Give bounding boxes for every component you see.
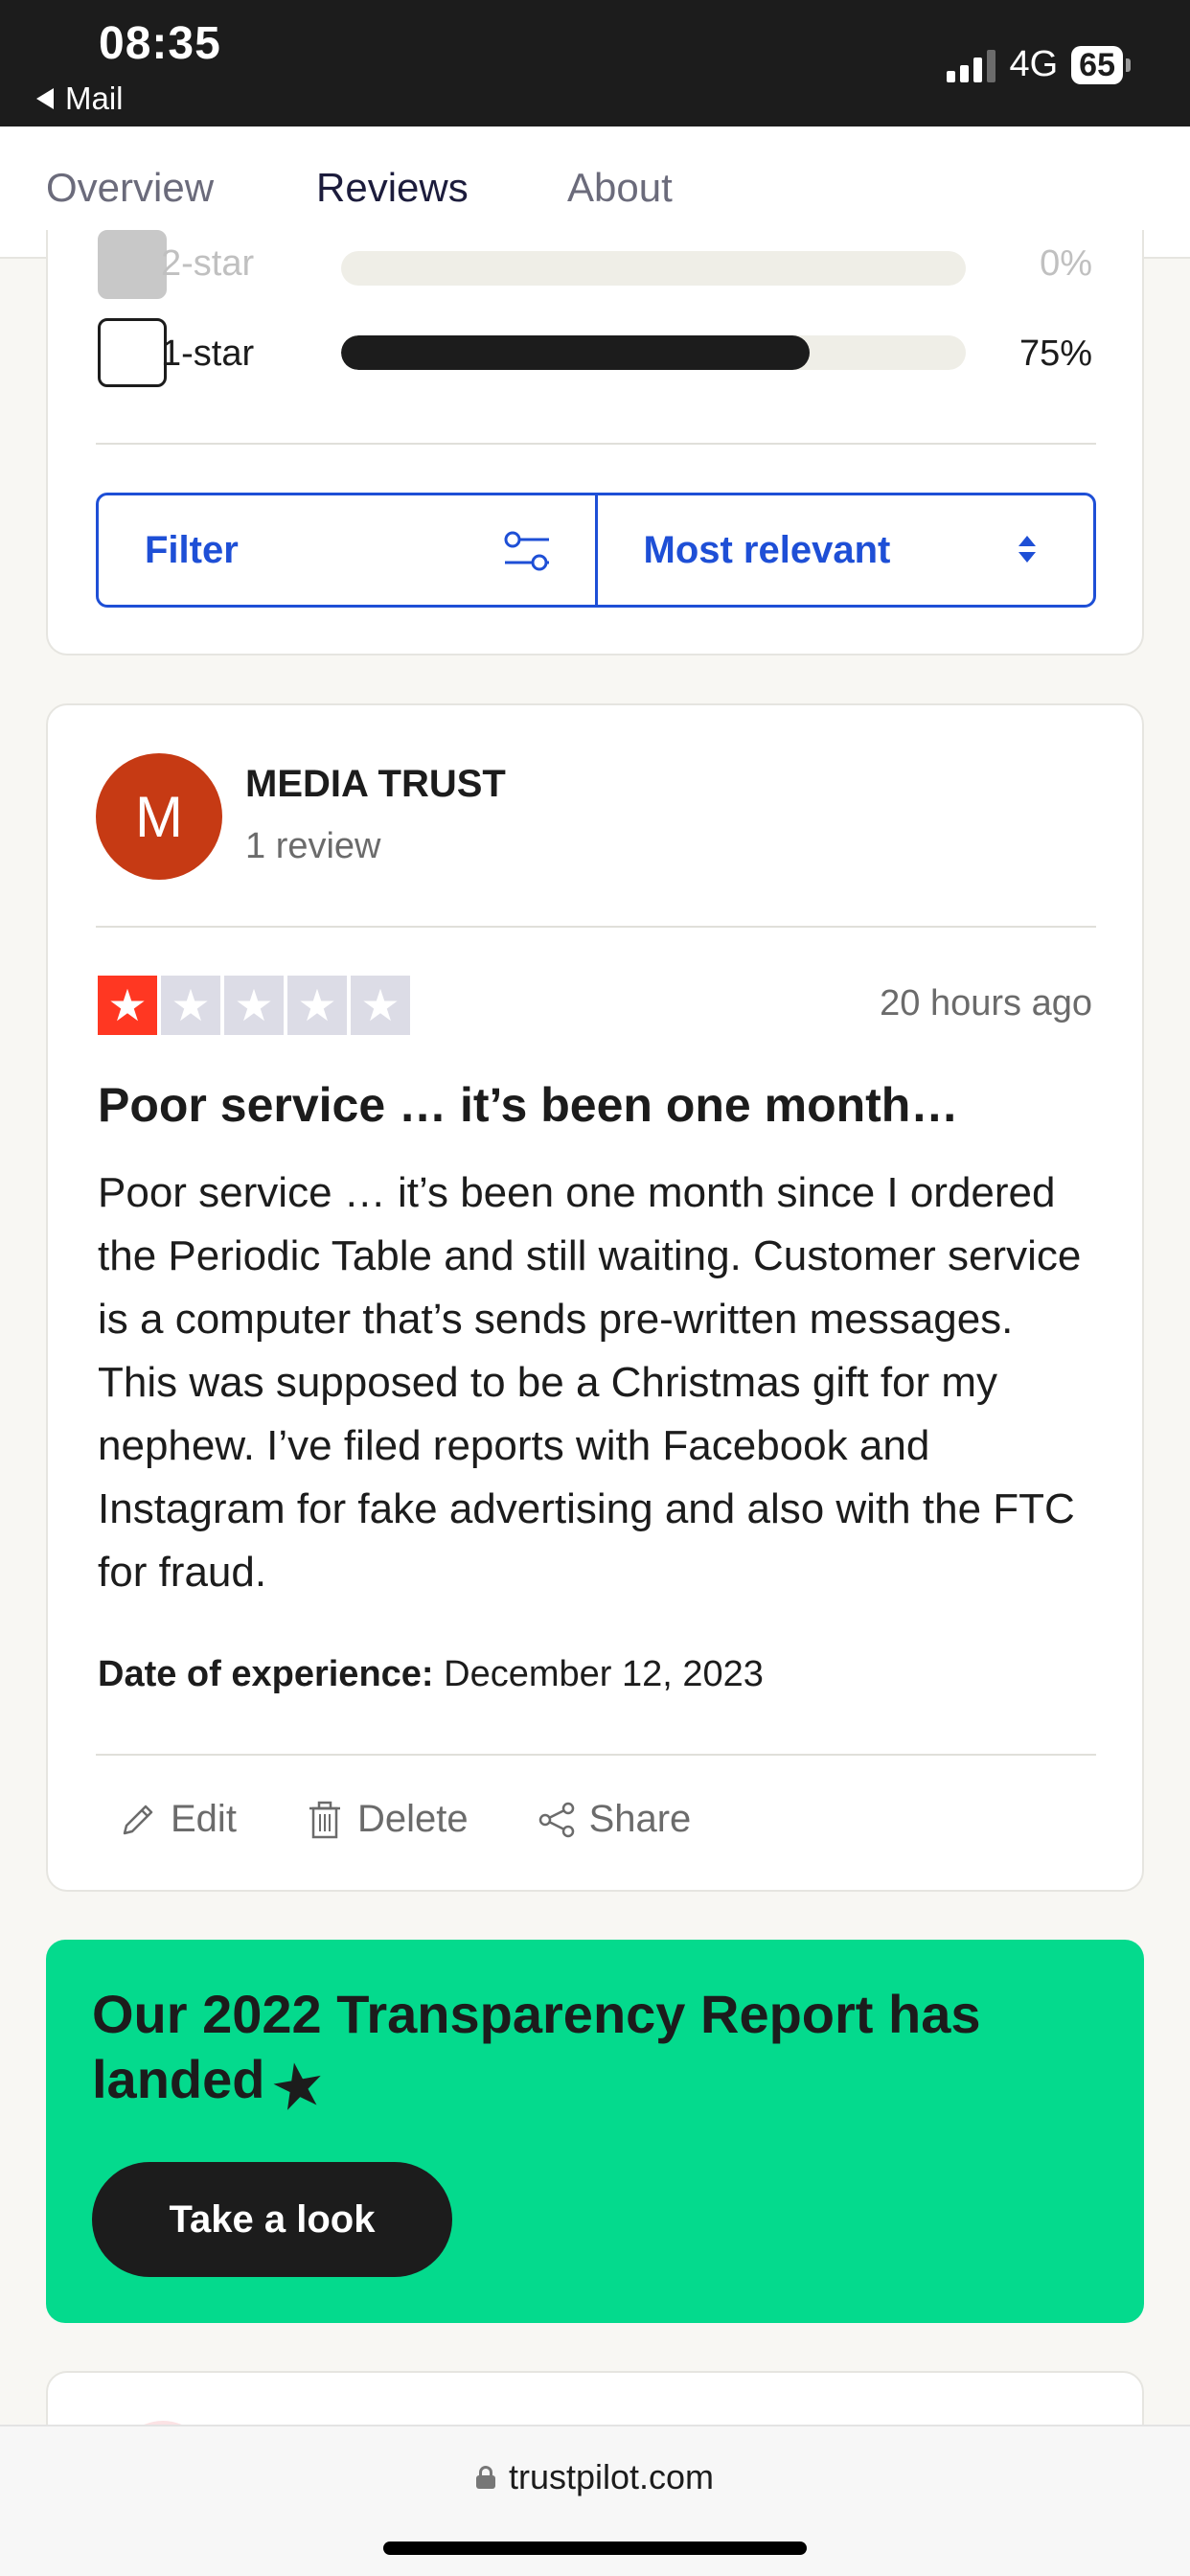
sort-dropdown[interactable]: Most relevant bbox=[598, 495, 1094, 605]
rating-row-2-star[interactable] bbox=[98, 230, 167, 299]
review-actions: Edit Delete Share bbox=[117, 1798, 691, 1841]
rating-label: 1-star bbox=[161, 334, 255, 374]
tab-about[interactable]: About bbox=[567, 165, 673, 211]
status-time: 08:35 bbox=[99, 18, 221, 69]
rating-bar bbox=[341, 335, 966, 370]
lock-icon bbox=[475, 2466, 495, 2489]
reviewer-review-count: 1 review bbox=[245, 826, 381, 866]
star-icon: ★ bbox=[351, 976, 410, 1035]
promo-title-text: Our 2022 Transparency Report has landed bbox=[92, 1984, 981, 2109]
trash-icon bbox=[309, 1801, 340, 1838]
star-rating: ★ ★ ★ ★ ★ bbox=[98, 976, 410, 1035]
trustpilot-star-icon: ★ bbox=[268, 2051, 330, 2122]
page: 08:35 Mail 4G 65 Overview Reviews About … bbox=[0, 0, 1190, 2576]
rating-bar bbox=[341, 251, 966, 286]
rating-checkbox[interactable] bbox=[98, 230, 167, 299]
network-type: 4G bbox=[1009, 44, 1059, 84]
review-body: Poor service … it’s been one month since… bbox=[98, 1169, 1082, 1596]
take-a-look-button[interactable]: Take a look bbox=[92, 2162, 452, 2277]
reviewer-name[interactable]: MEDIA TRUST bbox=[245, 763, 506, 806]
divider bbox=[96, 443, 1096, 445]
back-arrow-icon bbox=[36, 88, 54, 109]
delete-label: Delete bbox=[356, 1798, 469, 1840]
date-value: December 12, 2023 bbox=[444, 1654, 764, 1694]
rating-label: 2-star bbox=[161, 243, 255, 284]
status-bar: 08:35 Mail 4G 65 bbox=[0, 0, 1190, 126]
back-label: Mail bbox=[65, 80, 124, 116]
review-title: Poor service … it’s been one month… bbox=[98, 1078, 959, 1132]
home-indicator[interactable] bbox=[383, 2542, 807, 2555]
filter-sliders-icon bbox=[504, 531, 549, 571]
date-of-experience: Date of experience: December 12, 2023 bbox=[98, 1654, 764, 1695]
filter-button[interactable]: Filter bbox=[99, 495, 598, 605]
ratings-card: 2-star 0% 1-star 75% Filter Most relevan… bbox=[46, 230, 1144, 656]
sort-label: Most relevant bbox=[643, 528, 891, 571]
url-text: trustpilot.com bbox=[508, 2457, 715, 2496]
star-icon: ★ bbox=[98, 976, 157, 1035]
review-timestamp: 20 hours ago bbox=[880, 983, 1092, 1024]
star-icon: ★ bbox=[287, 976, 347, 1035]
review-card: M MEDIA TRUST 1 review ★ ★ ★ ★ ★ 20 hour… bbox=[46, 703, 1144, 1892]
divider bbox=[96, 1754, 1096, 1756]
delete-button[interactable]: Delete bbox=[304, 1798, 469, 1841]
battery-level: 65 bbox=[1071, 45, 1123, 84]
battery-icon: 65 bbox=[1071, 45, 1131, 84]
star-icon: ★ bbox=[224, 976, 284, 1035]
star-icon: ★ bbox=[161, 976, 220, 1035]
tab-reviews[interactable]: Reviews bbox=[316, 165, 469, 211]
sort-arrows-icon bbox=[1018, 536, 1036, 563]
pencil-icon bbox=[123, 1805, 153, 1834]
filter-sort-bar: Filter Most relevant bbox=[96, 493, 1096, 608]
avatar[interactable]: M bbox=[96, 753, 222, 880]
filter-label: Filter bbox=[145, 528, 239, 571]
rating-bar-fill bbox=[341, 335, 810, 370]
tab-overview[interactable]: Overview bbox=[46, 165, 214, 211]
transparency-report-banner: Our 2022 Transparency Report has landed★… bbox=[46, 1940, 1144, 2323]
rating-row-1-star[interactable] bbox=[98, 318, 167, 387]
browser-bottom-bar: trustpilot.com bbox=[0, 2425, 1190, 2576]
share-button[interactable]: Share bbox=[536, 1798, 692, 1841]
edit-button[interactable]: Edit bbox=[117, 1798, 237, 1841]
share-label: Share bbox=[588, 1798, 692, 1840]
promo-title: Our 2022 Transparency Report has landed★ bbox=[92, 1982, 1069, 2122]
back-to-mail-button[interactable]: Mail bbox=[36, 80, 124, 117]
status-indicators: 4G 65 bbox=[947, 44, 1131, 85]
rating-checkbox[interactable] bbox=[98, 318, 167, 387]
divider bbox=[96, 926, 1096, 928]
date-label: Date of experience: bbox=[98, 1654, 434, 1694]
signal-icon bbox=[947, 48, 996, 82]
edit-label: Edit bbox=[171, 1798, 237, 1840]
share-icon bbox=[538, 1802, 574, 1837]
rating-percent: 0% bbox=[1040, 243, 1092, 284]
rating-percent: 75% bbox=[1018, 334, 1092, 374]
address-bar[interactable]: trustpilot.com bbox=[0, 2457, 1190, 2497]
